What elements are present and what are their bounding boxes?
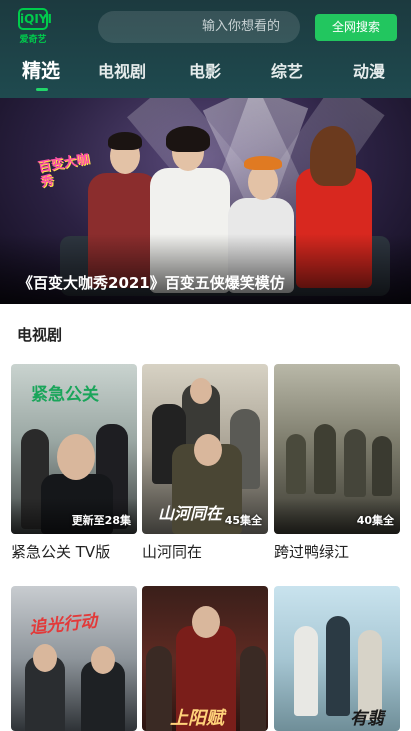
poster-title-art: 山河同在 [158, 504, 223, 523]
poster-figure [286, 434, 306, 494]
poster-title-art: 紧急公关 [31, 385, 99, 405]
card-title[interactable]: 跨过鸭绿江 [274, 541, 349, 562]
poster[interactable]: 上阳赋 [142, 586, 268, 731]
performer-hair [108, 132, 142, 150]
poster[interactable]: 追光行动 [11, 586, 137, 731]
poster-face [91, 646, 115, 674]
poster-figure [314, 424, 336, 494]
poster-title-art: 上阳赋 [170, 708, 224, 729]
tab-movies[interactable]: 电影 [189, 58, 221, 82]
poster-face [192, 606, 220, 638]
iqiyi-logo[interactable]: iQIYI 爱奇艺 [16, 8, 52, 46]
tab-tv-series[interactable]: 电视剧 [98, 58, 146, 82]
poster-face [190, 378, 212, 404]
search-input[interactable]: 输入你想看的 [98, 11, 300, 43]
card-title[interactable]: 紧急公关 TV版 [11, 541, 110, 562]
poster-figure [146, 646, 172, 731]
hero-banner[interactable]: 百变大咖秀 《百变大咖秀2021》百变五侠爆笑模仿 [0, 98, 411, 304]
banner-gradient [0, 234, 411, 304]
episode-badge: 45集全 [224, 514, 262, 527]
performer-hair [244, 156, 282, 170]
performer-hair [166, 126, 210, 152]
tab-variety[interactable]: 综艺 [271, 58, 303, 82]
logo-text: 爱奇艺 [19, 35, 47, 45]
poster[interactable]: 紧急公关 更新至28集 [11, 364, 137, 534]
poster-face [57, 434, 95, 480]
poster-face [33, 644, 57, 672]
poster[interactable]: 有翡 [274, 586, 400, 731]
poster-face [194, 434, 222, 466]
show-logo: 百变大咖秀 [36, 151, 91, 191]
poster-figure [372, 436, 392, 496]
poster-figure [326, 616, 350, 716]
tab-anime[interactable]: 动漫 [353, 58, 385, 82]
poster[interactable]: 40集全 [274, 364, 400, 534]
card-title[interactable]: 山河同在 [142, 541, 202, 562]
tab-featured[interactable]: 精选 [22, 56, 60, 83]
poster-title-art: 追光行动 [28, 611, 99, 639]
search-button[interactable]: 全网搜索 [315, 14, 397, 41]
active-tab-indicator [36, 88, 48, 91]
category-nav: 精选 电视剧 电影 综艺 动漫 [0, 58, 411, 94]
top-header: iQIYI 爱奇艺 输入你想看的 全网搜索 精选 电视剧 电影 综艺 动漫 [0, 0, 411, 98]
poster-figure [344, 429, 366, 497]
banner-title[interactable]: 《百变大咖秀2021》百变五侠爆笑模仿 [18, 272, 285, 293]
poster[interactable]: 山河同在 45集全 [142, 364, 268, 534]
logo-mark: iQIYI [18, 8, 52, 30]
performer-hair [310, 126, 356, 186]
episode-badge: 40集全 [356, 514, 394, 527]
poster-title-art: 有翡 [350, 709, 384, 729]
episode-badge: 更新至28集 [71, 514, 131, 527]
section-title[interactable]: 电视剧 [17, 324, 62, 345]
poster-figure [294, 626, 318, 716]
poster-figure [240, 646, 266, 731]
